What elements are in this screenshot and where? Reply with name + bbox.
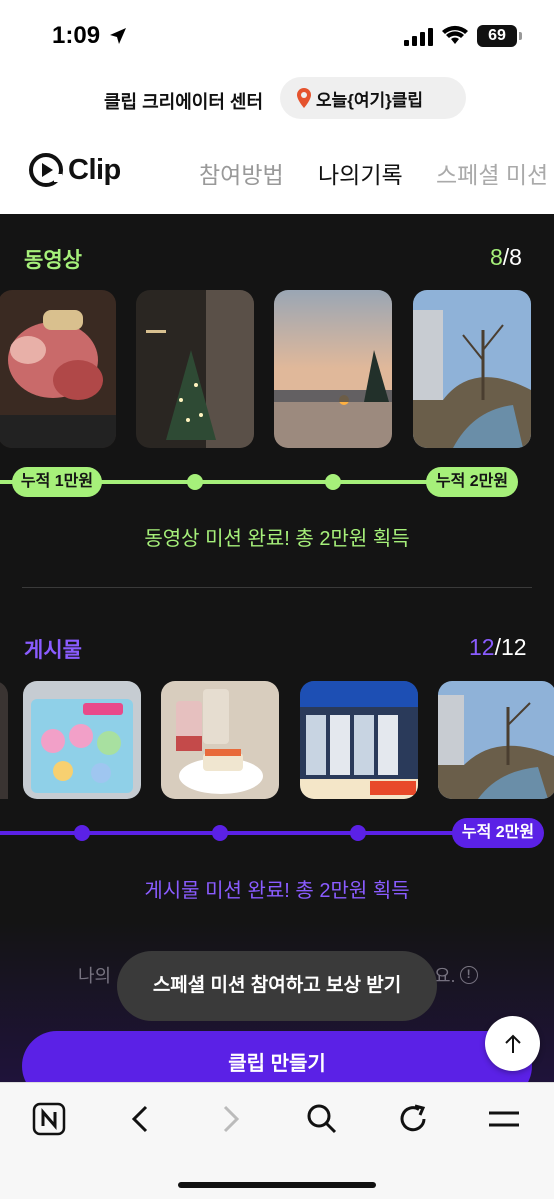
app-header: 클립 크리에이터 센터 오늘{여기}클립 [0, 72, 554, 126]
info-text-suffix: 요. [434, 966, 456, 986]
refresh-icon[interactable] [395, 1101, 431, 1137]
video-thumb-sunset-sea[interactable] [274, 290, 392, 448]
section-divider [22, 587, 532, 588]
scroll-to-top-button[interactable] [485, 1016, 540, 1071]
menu-icon[interactable] [486, 1101, 522, 1137]
naver-icon[interactable] [31, 1101, 67, 1137]
clip-logo-text: Clip [68, 153, 121, 186]
post-progress-dot [74, 825, 90, 841]
home-indicator [178, 1182, 376, 1188]
video-count: 8/8 [490, 244, 522, 271]
location-arrow-icon [110, 28, 126, 44]
creator-center-title[interactable]: 클립 크리에이터 센터 [104, 88, 263, 114]
search-icon[interactable] [304, 1101, 340, 1137]
post-count-done: 12 [469, 634, 495, 660]
post-section-title: 게시물 [24, 639, 82, 662]
info-text-tail: 요.! [434, 962, 478, 988]
status-bar: 1:09 69 [0, 0, 554, 72]
make-clip-button[interactable]: 클립 만들기 [22, 1031, 532, 1082]
post-count-total: /12 [494, 634, 527, 660]
records-content: 동영상 8/8 누적 1만원 누적 2만원 동영상 미션 완료! 총 2만원 획… [0, 214, 554, 1082]
forward-icon[interactable] [213, 1101, 249, 1137]
campaign-tag-pill[interactable]: 오늘{여기}클립 [280, 77, 466, 119]
post-reward-end: 누적 2만원 [452, 818, 544, 848]
video-reward-start: 누적 1만원 [12, 467, 102, 497]
post-thumb-character-toys[interactable] [23, 681, 141, 799]
tab-how-to-join[interactable]: 참여방법 [199, 156, 284, 190]
post-progress-dot [212, 825, 228, 841]
video-thumb-riverside-trees[interactable] [413, 290, 531, 448]
video-complete-message: 동영상 미션 완료! 총 2만원 획득 [144, 528, 410, 550]
video-count-done: 8 [490, 244, 503, 270]
video-section-title: 동영상 [24, 249, 82, 272]
post-count: 12/12 [469, 634, 527, 661]
arrow-up-icon [504, 1034, 521, 1053]
campaign-tag-label: 오늘{여기}클립 [316, 90, 424, 110]
wifi-icon [442, 25, 468, 44]
post-thumb-store-front[interactable] [300, 681, 418, 799]
post-thumb-partial[interactable] [0, 681, 8, 839]
video-progress-dot [187, 474, 203, 490]
map-pin-icon [297, 88, 311, 108]
clip-logo[interactable]: Clip [28, 152, 121, 188]
video-progress-dot [325, 474, 341, 490]
post-thumb-drinks-and-cake[interactable] [161, 681, 279, 799]
tab-my-records[interactable]: 나의기록 [318, 156, 403, 190]
nav-bar: Clip 참여방법 나의기록 스페셜 미션 [0, 126, 554, 214]
battery-nub [519, 32, 522, 40]
post-thumb-riverside-trees[interactable] [438, 681, 554, 799]
post-complete-message: 게시물 미션 완료! 총 2만원 획득 [144, 880, 410, 902]
video-thumb-grilled-meat[interactable] [0, 290, 116, 448]
browser-toolbar [0, 1082, 554, 1199]
cellular-signal-icon [404, 28, 433, 46]
battery-indicator: 69 [477, 25, 517, 47]
video-reward-end: 누적 2만원 [426, 467, 518, 497]
video-count-total: /8 [502, 244, 522, 270]
status-time: 1:09 [52, 22, 101, 49]
info-icon[interactable]: ! [459, 966, 478, 984]
clip-play-logo-icon [29, 153, 63, 187]
special-mission-tooltip[interactable]: 스페셜 미션 참여하고 보상 받기 [117, 951, 437, 1021]
back-icon[interactable] [122, 1101, 158, 1137]
video-thumb-christmas-tree[interactable] [136, 290, 254, 448]
tab-special-mission[interactable]: 스페셜 미션 [436, 156, 548, 190]
info-text: 나의 [78, 966, 112, 986]
post-progress-dot [350, 825, 366, 841]
